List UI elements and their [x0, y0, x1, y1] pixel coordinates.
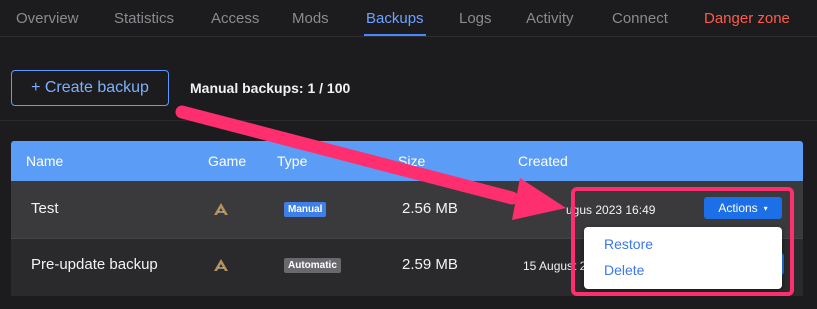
annotation-arrow-icon [175, 105, 566, 220]
